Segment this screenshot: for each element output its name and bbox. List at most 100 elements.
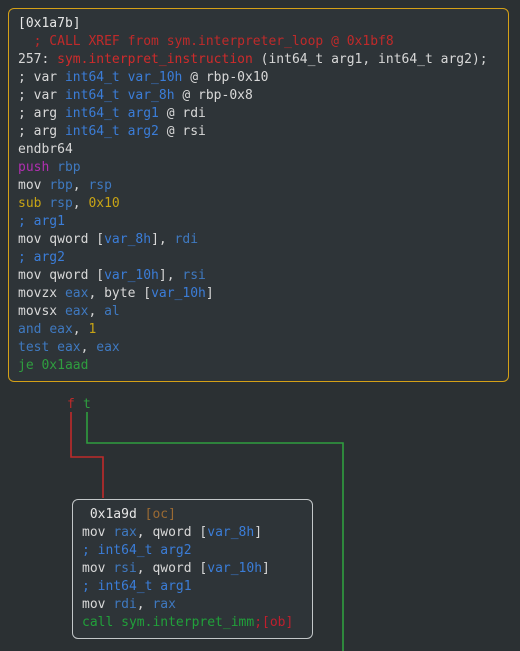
disasm-token: @ rbp-0x10 bbox=[182, 70, 269, 85]
disasm-token: ] bbox=[262, 561, 270, 576]
disasm-token: push bbox=[18, 160, 50, 175]
disasm-token: , bbox=[88, 304, 105, 319]
disasm-token: (int64_t arg1, int64_t arg2); bbox=[260, 52, 488, 67]
disasm-line[interactable]: sub rsp, 0x10 bbox=[18, 195, 500, 213]
disasm-line[interactable]: mov rbp, rsp bbox=[18, 177, 500, 195]
disasm-token: ; var bbox=[18, 70, 65, 85]
disasm-token: eax bbox=[57, 340, 81, 355]
disasm-token: mov qword [ bbox=[18, 232, 105, 247]
disasm-token: 257: bbox=[18, 52, 58, 67]
disasm-token: 1 bbox=[88, 322, 97, 337]
disasm-line[interactable]: ; int64_t arg2 bbox=[82, 542, 304, 560]
disasm-token: ;[ob] bbox=[254, 615, 294, 630]
disasm-token: eax bbox=[64, 286, 89, 301]
disasm-token: eax bbox=[64, 304, 89, 319]
disasm-token: mov bbox=[82, 561, 114, 576]
disasm-token: rax bbox=[152, 597, 176, 612]
disasm-token: int64_t var_8h bbox=[64, 88, 175, 103]
disasm-token: rsi bbox=[182, 268, 206, 283]
disasm-token: var_8h bbox=[207, 525, 255, 540]
disasm-token: call sym.interpret_imm bbox=[82, 615, 255, 630]
disasm-token: ; CALL XREF from sym.interpreter_loop @ … bbox=[18, 34, 394, 49]
disasm-token: movsx bbox=[18, 304, 65, 319]
disasm-token: mov qword [ bbox=[18, 268, 105, 283]
disasm-line[interactable]: call sym.interpret_imm;[ob] bbox=[82, 614, 304, 632]
disasm-line[interactable]: push rbp bbox=[18, 159, 500, 177]
disasm-token: [0x1a7b] bbox=[18, 16, 81, 31]
disasm-token: ; arg1 bbox=[18, 214, 65, 229]
disasm-line[interactable]: ; int64_t arg1 bbox=[82, 578, 304, 596]
disasm-line[interactable]: mov rax, qword [var_8h] bbox=[82, 524, 304, 542]
disasm-token: eax bbox=[49, 322, 73, 337]
edge-label-true: t bbox=[83, 397, 91, 412]
disasm-line[interactable]: movsx eax, al bbox=[18, 303, 500, 321]
disasm-line[interactable]: mov qword [var_8h], rdi bbox=[18, 231, 500, 249]
disasm-token: , qword [ bbox=[136, 525, 208, 540]
disasm-token: test bbox=[18, 340, 50, 355]
disasm-token: @ rsi bbox=[158, 124, 206, 139]
disasm-token: mov bbox=[82, 597, 114, 612]
disasm-token: int64_t arg2 bbox=[64, 124, 159, 139]
disasm-token: rsp bbox=[88, 178, 112, 193]
graph-canvas[interactable]: f t [0x1a7b] ; CALL XREF from sym.interp… bbox=[0, 0, 520, 651]
disasm-line[interactable]: ; arg int64_t arg2 @ rsi bbox=[18, 123, 500, 141]
disasm-line[interactable]: mov qword [var_10h], rsi bbox=[18, 267, 500, 285]
disasm-token: var_10h bbox=[207, 561, 263, 576]
disasm-token: var_10h bbox=[104, 268, 159, 283]
disasm-token: ; int64_t arg2 bbox=[82, 543, 192, 558]
disasm-line[interactable]: ; var int64_t var_10h @ rbp-0x10 bbox=[18, 69, 500, 87]
disasm-token: , bbox=[80, 340, 97, 355]
disasm-line[interactable]: ; CALL XREF from sym.interpreter_loop @ … bbox=[18, 33, 500, 51]
disasm-token: rbp bbox=[57, 160, 81, 175]
disasm-token: , bbox=[72, 178, 89, 193]
disasm-token: int64_t var_10h bbox=[64, 70, 183, 85]
disasm-token: mov bbox=[18, 178, 42, 193]
disasm-line[interactable]: endbr64 bbox=[18, 141, 500, 159]
disasm-line[interactable]: mov rdi, rax bbox=[82, 596, 304, 614]
disasm-token bbox=[49, 160, 57, 175]
disasm-line[interactable]: and eax, 1 bbox=[18, 321, 500, 339]
disasm-token: je 0x1aad bbox=[18, 358, 89, 373]
disasm-token: ; arg bbox=[18, 106, 65, 121]
disasm-token: sub bbox=[18, 196, 42, 211]
disasm-line[interactable]: [0x1a7b] bbox=[18, 15, 500, 33]
disasm-token: and bbox=[18, 322, 42, 337]
disasm-token: , bbox=[136, 597, 153, 612]
disasm-token: rax bbox=[113, 525, 137, 540]
basic-block-entry[interactable]: [0x1a7b] ; CALL XREF from sym.interprete… bbox=[8, 8, 509, 382]
disasm-line[interactable]: ; arg int64_t arg1 @ rdi bbox=[18, 105, 500, 123]
disasm-token: , bbox=[72, 322, 89, 337]
disasm-line[interactable]: 0x1a9d [oc] bbox=[82, 506, 304, 524]
disasm-token: 0x10 bbox=[88, 196, 120, 211]
disasm-token: @ rdi bbox=[158, 106, 206, 121]
disasm-token: , qword [ bbox=[136, 561, 208, 576]
disasm-token bbox=[49, 340, 57, 355]
disasm-token: var_8h bbox=[104, 232, 152, 247]
disasm-line[interactable]: ; arg2 bbox=[18, 249, 500, 267]
disasm-line[interactable]: 257: sym.interpret_instruction (int64_t … bbox=[18, 51, 500, 69]
disasm-token: 0x1a9d bbox=[82, 507, 145, 522]
disasm-line[interactable]: ; arg1 bbox=[18, 213, 500, 231]
disasm-line[interactable]: test eax, eax bbox=[18, 339, 500, 357]
disasm-token: ; int64_t arg1 bbox=[82, 579, 192, 594]
disasm-line[interactable]: je 0x1aad bbox=[18, 357, 500, 375]
disasm-token: endbr64 bbox=[18, 142, 73, 157]
disasm-token: , byte [ bbox=[88, 286, 152, 301]
disasm-token: al bbox=[104, 304, 120, 319]
disasm-token: ], bbox=[151, 232, 175, 247]
disasm-token: ; arg2 bbox=[18, 250, 65, 265]
disasm-token: rbp bbox=[49, 178, 73, 193]
edge-label-false: f bbox=[67, 397, 75, 412]
disasm-line[interactable]: ; var int64_t var_8h @ rbp-0x8 bbox=[18, 87, 500, 105]
disasm-token: int64_t arg1 bbox=[64, 106, 159, 121]
basic-block-0x1a9d[interactable]: 0x1a9d [oc] mov rax, qword [var_8h]; int6… bbox=[72, 499, 313, 639]
disasm-token: movzx bbox=[18, 286, 65, 301]
disasm-token: mov bbox=[82, 525, 114, 540]
disasm-token: rdi bbox=[113, 597, 137, 612]
disasm-token: ] bbox=[254, 525, 263, 540]
disasm-line[interactable]: movzx eax, byte [var_10h] bbox=[18, 285, 500, 303]
disasm-token: ] bbox=[205, 286, 214, 301]
disasm-token: rsp bbox=[49, 196, 73, 211]
disasm-line[interactable]: mov rsi, qword [var_10h] bbox=[82, 560, 304, 578]
disasm-token: rsi bbox=[113, 561, 137, 576]
